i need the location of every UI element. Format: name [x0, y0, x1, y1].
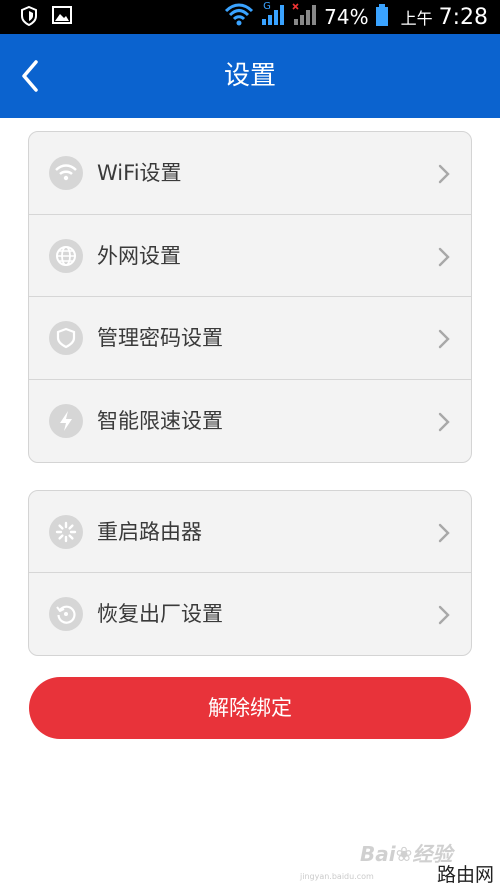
- status-bar: G 74% 上午 7:28: [0, 0, 500, 34]
- restart-router-item[interactable]: 重启路由器: [29, 491, 471, 573]
- globe-icon: [49, 238, 83, 273]
- wan-settings-item[interactable]: 外网设置: [29, 215, 471, 297]
- chevron-right-icon: [437, 604, 451, 626]
- wifi-icon: [224, 3, 254, 31]
- chevron-right-icon: [437, 522, 451, 544]
- clock-ampm: 上午: [400, 9, 433, 28]
- speed-limit-settings-item[interactable]: 智能限速设置: [29, 380, 471, 463]
- settings-group-network: WiFi设置 外网设置 管理密码设置 智能限速设置: [28, 131, 472, 463]
- factory-reset-label: 恢复出厂设置: [97, 602, 223, 626]
- image-icon: [52, 6, 72, 30]
- restart-router-label: 重启路由器: [97, 520, 202, 544]
- admin-password-settings-item[interactable]: 管理密码设置: [29, 297, 471, 380]
- wan-settings-label: 外网设置: [97, 243, 181, 268]
- battery-percent: 74%: [324, 5, 369, 29]
- signal-x-icon: [292, 3, 318, 31]
- chevron-right-icon: [437, 163, 451, 185]
- baidu-paw-icon: ❀: [395, 842, 413, 866]
- header-bar: 设置: [0, 34, 500, 118]
- chevron-right-icon: [437, 246, 451, 268]
- wifi-settings-item[interactable]: WiFi设置: [29, 132, 471, 215]
- wifi-icon: [49, 156, 83, 190]
- watermark-brand: Bai: [360, 842, 396, 866]
- admin-password-settings-label: 管理密码设置: [97, 326, 223, 350]
- wifi-settings-label: WiFi设置: [97, 161, 182, 185]
- settings-group-device: 重启路由器 恢复出厂设置: [28, 490, 472, 656]
- battery-icon: [375, 3, 389, 31]
- restore-icon: [49, 597, 83, 631]
- restart-spinner-icon: [49, 515, 83, 549]
- shield-icon: [20, 5, 38, 30]
- page-title: 设置: [223, 61, 276, 91]
- clock-time: 7:28: [438, 4, 488, 30]
- site-watermark: 路由网: [436, 864, 494, 886]
- factory-reset-item[interactable]: 恢复出厂设置: [29, 573, 471, 655]
- signal-icon: G: [260, 1, 286, 31]
- chevron-right-icon: [437, 411, 451, 433]
- lightning-icon: [49, 403, 83, 438]
- chevron-right-icon: [437, 328, 451, 350]
- unbind-button[interactable]: 解除绑定: [29, 677, 471, 739]
- network-type-label: G: [263, 1, 271, 12]
- speed-limit-settings-label: 智能限速设置: [97, 408, 223, 433]
- watermark-url: jingyan.baidu.com: [300, 872, 374, 881]
- shield-icon: [49, 321, 83, 355]
